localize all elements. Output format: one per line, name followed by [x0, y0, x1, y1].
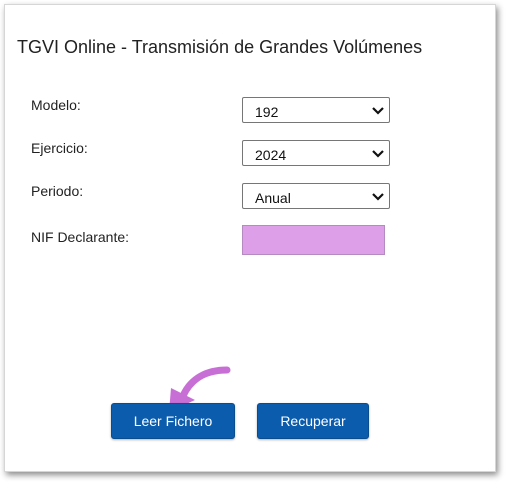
nif-label: NIF Declarante:: [31, 229, 130, 245]
modelo-value: 192: [255, 104, 279, 120]
chevron-down-icon: [372, 107, 384, 115]
periodo-value: Anual: [255, 190, 291, 206]
chevron-down-icon: [372, 150, 384, 158]
modelo-label: Modelo:: [31, 97, 81, 113]
ejercicio-label: Ejercicio:: [31, 140, 88, 156]
leer-fichero-button[interactable]: Leer Fichero: [111, 403, 235, 439]
periodo-select[interactable]: Anual: [242, 183, 390, 209]
recuperar-button[interactable]: Recuperar: [257, 403, 369, 439]
tgvi-panel: TGVI Online - Transmisión de Grandes Vol…: [4, 4, 496, 472]
ejercicio-value: 2024: [255, 147, 287, 163]
ejercicio-select[interactable]: 2024: [242, 140, 390, 166]
nif-declarante-input[interactable]: [242, 225, 385, 255]
modelo-select[interactable]: 192: [242, 97, 390, 123]
periodo-label: Periodo:: [31, 183, 84, 199]
page-title: TGVI Online - Transmisión de Grandes Vol…: [17, 37, 423, 57]
chevron-down-icon: [372, 193, 384, 201]
